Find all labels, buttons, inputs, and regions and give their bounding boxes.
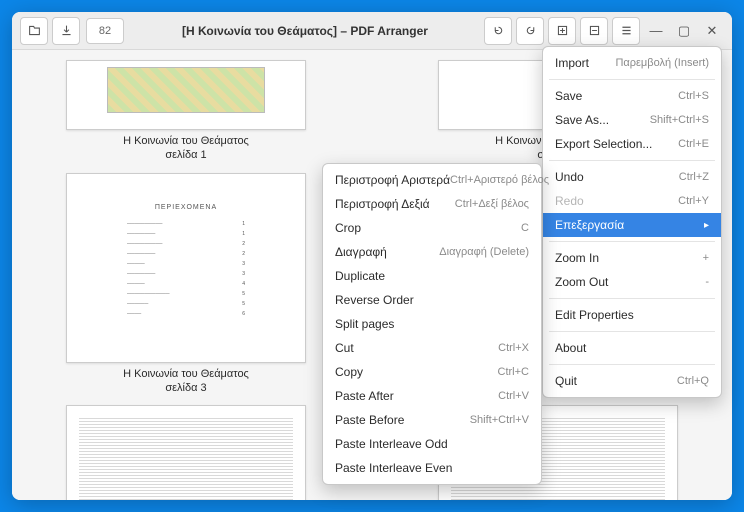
maximize-button[interactable]: ▢ — [670, 17, 698, 45]
submenu-cut[interactable]: CutCtrl+X — [323, 336, 541, 360]
window-controls: — ▢ ✕ — [642, 17, 726, 45]
hamburger-menu-button[interactable] — [612, 17, 640, 45]
submenu-rotate-right[interactable]: Περιστροφή ΔεξιάCtrl+Δεξί βέλος — [323, 192, 541, 216]
menu-about[interactable]: About — [543, 336, 721, 360]
rotate-left-button[interactable] — [484, 17, 512, 45]
toc-content: ΠΕΡΙΕΧΟΜΕΝΑ ──────────1 ────────1 ──────… — [127, 204, 245, 321]
close-button[interactable]: ✕ — [698, 17, 726, 45]
zoom-in-button[interactable] — [548, 17, 576, 45]
submenu-reverse-order[interactable]: Reverse Order — [323, 288, 541, 312]
page-text-fill — [79, 418, 293, 500]
menu-separator — [549, 241, 715, 242]
zoom-out-button[interactable] — [580, 17, 608, 45]
menu-undo[interactable]: UndoCtrl+Z — [543, 165, 721, 189]
submenu-duplicate[interactable]: Duplicate — [323, 264, 541, 288]
page-thumb-5[interactable] — [30, 405, 342, 500]
chevron-right-icon: ▸ — [704, 220, 709, 231]
minimize-button[interactable]: — — [642, 17, 670, 45]
open-button[interactable] — [20, 17, 48, 45]
submenu-crop[interactable]: CropC — [323, 216, 541, 240]
menu-zoom-in[interactable]: Zoom In+ — [543, 246, 721, 270]
main-menu: ImportΠαρεμβολή (Insert) SaveCtrl+S Save… — [542, 46, 722, 398]
page-count[interactable]: 82 — [86, 18, 124, 44]
map-image — [107, 67, 265, 113]
thumb-caption: Η Κοινωνία του Θεάματοςσελίδα 1 — [123, 134, 249, 163]
menu-separator — [549, 79, 715, 80]
menu-separator — [549, 298, 715, 299]
submenu-paste-after[interactable]: Paste AfterCtrl+V — [323, 384, 541, 408]
menu-separator — [549, 364, 715, 365]
edit-submenu: Περιστροφή ΑριστεράCtrl+Αριστερό βέλος Π… — [322, 163, 542, 485]
submenu-paste-interleave-even[interactable]: Paste Interleave Even — [323, 456, 541, 480]
thumb-caption: Η Κοινωνία του Θεάματοςσελίδα 3 — [123, 367, 249, 396]
menu-import[interactable]: ImportΠαρεμβολή (Insert) — [543, 51, 721, 75]
menu-save[interactable]: SaveCtrl+S — [543, 84, 721, 108]
menu-edit-properties[interactable]: Edit Properties — [543, 303, 721, 327]
menu-zoom-out[interactable]: Zoom Out- — [543, 270, 721, 294]
menu-redo[interactable]: RedoCtrl+Y — [543, 189, 721, 213]
submenu-split-pages[interactable]: Split pages — [323, 312, 541, 336]
submenu-copy[interactable]: CopyCtrl+C — [323, 360, 541, 384]
submenu-paste-interleave-odd[interactable]: Paste Interleave Odd — [323, 432, 541, 456]
menu-separator — [549, 160, 715, 161]
rotate-right-button[interactable] — [516, 17, 544, 45]
menu-edit-submenu[interactable]: Επεξεργασία▸ — [543, 213, 721, 237]
submenu-delete[interactable]: ΔιαγραφήΔιαγραφή (Delete) — [323, 240, 541, 264]
submenu-paste-before[interactable]: Paste BeforeShift+Ctrl+V — [323, 408, 541, 432]
page-thumb-1[interactable]: Η Κοινωνία του Θεάματοςσελίδα 1 — [30, 60, 342, 163]
page-thumb-3[interactable]: ΠΕΡΙΕΧΟΜΕΝΑ ──────────1 ────────1 ──────… — [30, 173, 342, 396]
submenu-rotate-left[interactable]: Περιστροφή ΑριστεράCtrl+Αριστερό βέλος — [323, 168, 541, 192]
menu-save-as[interactable]: Save As...Shift+Ctrl+S — [543, 108, 721, 132]
window-title: [Η Κοινωνία του Θεάματος] – PDF Arranger — [128, 24, 482, 38]
menu-export-selection[interactable]: Export Selection...Ctrl+E — [543, 132, 721, 156]
menu-separator — [549, 331, 715, 332]
menu-quit[interactable]: QuitCtrl+Q — [543, 369, 721, 393]
save-button[interactable] — [52, 17, 80, 45]
titlebar: 82 [Η Κοινωνία του Θεάματος] – PDF Arran… — [12, 12, 732, 50]
